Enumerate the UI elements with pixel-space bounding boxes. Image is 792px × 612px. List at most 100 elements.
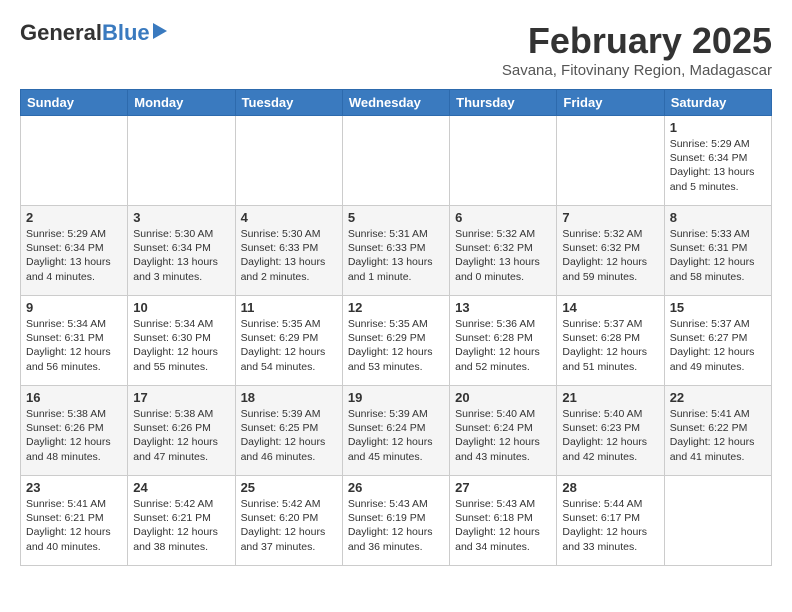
- day-info: Sunrise: 5:37 AM Sunset: 6:27 PM Dayligh…: [670, 317, 766, 374]
- calendar-cell: 6 Sunrise: 5:32 AM Sunset: 6:32 PM Daylig…: [450, 206, 557, 296]
- calendar-cell: 27Sunrise: 5:43 AM Sunset: 6:18 PM Dayli…: [450, 476, 557, 566]
- calendar-header-row: SundayMondayTuesdayWednesdayThursdayFrid…: [21, 90, 772, 116]
- day-info: Sunrise: 5:42 AM Sunset: 6:21 PM Dayligh…: [133, 497, 229, 554]
- day-info: Sunrise: 5:31 AM Sunset: 6:33 PM Dayligh…: [348, 227, 444, 284]
- weekday-header-saturday: Saturday: [664, 90, 771, 116]
- calendar-cell: 14 Sunrise: 5:37 AM Sunset: 6:28 PM Dayli…: [557, 296, 664, 386]
- calendar-cell: 3 Sunrise: 5:30 AM Sunset: 6:34 PM Daylig…: [128, 206, 235, 296]
- calendar-cell: 13 Sunrise: 5:36 AM Sunset: 6:28 PM Dayli…: [450, 296, 557, 386]
- day-number: 10: [133, 300, 229, 315]
- day-info: Sunrise: 5:34 AM Sunset: 6:30 PM Dayligh…: [133, 317, 229, 374]
- logo-arrow-icon: [153, 23, 167, 39]
- calendar-cell: 22 Sunrise: 5:41 AM Sunset: 6:22 PM Dayli…: [664, 386, 771, 476]
- calendar-cell: [235, 116, 342, 206]
- calendar-cell: [557, 116, 664, 206]
- day-info: Sunrise: 5:30 AM Sunset: 6:33 PM Dayligh…: [241, 227, 337, 284]
- day-info: Sunrise: 5:36 AM Sunset: 6:28 PM Dayligh…: [455, 317, 551, 374]
- weekday-header-monday: Monday: [128, 90, 235, 116]
- weekday-header-thursday: Thursday: [450, 90, 557, 116]
- calendar-cell: 9Sunrise: 5:34 AM Sunset: 6:31 PM Daylig…: [21, 296, 128, 386]
- day-number: 3: [133, 210, 229, 225]
- calendar-cell: 7Sunrise: 5:32 AM Sunset: 6:32 PM Daylig…: [557, 206, 664, 296]
- calendar-cell: 28 Sunrise: 5:44 AM Sunset: 6:17 PM Dayli…: [557, 476, 664, 566]
- day-info: Sunrise: 5:42 AM Sunset: 6:20 PM Dayligh…: [241, 497, 337, 554]
- day-info: Sunrise: 5:37 AM Sunset: 6:28 PM Dayligh…: [562, 317, 658, 374]
- weekday-header-sunday: Sunday: [21, 90, 128, 116]
- day-number: 4: [241, 210, 337, 225]
- logo: General Blue: [20, 20, 167, 46]
- location-subtitle: Savana, Fitovinany Region, Madagascar: [502, 62, 772, 79]
- day-number: 1: [670, 120, 766, 135]
- calendar-cell: 12 Sunrise: 5:35 AM Sunset: 6:29 PM Dayli…: [342, 296, 449, 386]
- page-header: General Blue February 2025 Savana, Fitov…: [20, 20, 772, 79]
- calendar-cell: 8 Sunrise: 5:33 AM Sunset: 6:31 PM Daylig…: [664, 206, 771, 296]
- day-info: Sunrise: 5:32 AM Sunset: 6:32 PM Dayligh…: [562, 227, 658, 284]
- calendar-cell: 17Sunrise: 5:38 AM Sunset: 6:26 PM Dayli…: [128, 386, 235, 476]
- calendar-cell: 26 Sunrise: 5:43 AM Sunset: 6:19 PM Dayli…: [342, 476, 449, 566]
- calendar-cell: 23Sunrise: 5:41 AM Sunset: 6:21 PM Dayli…: [21, 476, 128, 566]
- day-number: 21: [562, 390, 658, 405]
- day-info: Sunrise: 5:38 AM Sunset: 6:26 PM Dayligh…: [133, 407, 229, 464]
- day-info: Sunrise: 5:30 AM Sunset: 6:34 PM Dayligh…: [133, 227, 229, 284]
- calendar-week-row: 16 Sunrise: 5:38 AM Sunset: 6:26 PM Dayli…: [21, 386, 772, 476]
- weekday-header-wednesday: Wednesday: [342, 90, 449, 116]
- day-number: 25: [241, 480, 337, 495]
- calendar-cell: 15 Sunrise: 5:37 AM Sunset: 6:27 PM Dayli…: [664, 296, 771, 386]
- day-number: 18: [241, 390, 337, 405]
- calendar-cell: 20Sunrise: 5:40 AM Sunset: 6:24 PM Dayli…: [450, 386, 557, 476]
- day-number: 6: [455, 210, 551, 225]
- calendar-cell: 18 Sunrise: 5:39 AM Sunset: 6:25 PM Dayli…: [235, 386, 342, 476]
- calendar-cell: 4 Sunrise: 5:30 AM Sunset: 6:33 PM Daylig…: [235, 206, 342, 296]
- calendar-cell: [21, 116, 128, 206]
- calendar-week-row: 9Sunrise: 5:34 AM Sunset: 6:31 PM Daylig…: [21, 296, 772, 386]
- day-info: Sunrise: 5:29 AM Sunset: 6:34 PM Dayligh…: [26, 227, 122, 284]
- calendar-cell: [450, 116, 557, 206]
- day-info: Sunrise: 5:40 AM Sunset: 6:24 PM Dayligh…: [455, 407, 551, 464]
- calendar-cell: 5 Sunrise: 5:31 AM Sunset: 6:33 PM Daylig…: [342, 206, 449, 296]
- day-number: 11: [241, 300, 337, 315]
- day-number: 15: [670, 300, 766, 315]
- day-number: 16: [26, 390, 122, 405]
- day-info: Sunrise: 5:39 AM Sunset: 6:24 PM Dayligh…: [348, 407, 444, 464]
- day-number: 27: [455, 480, 551, 495]
- logo-blue-text: Blue: [102, 20, 150, 46]
- calendar-cell: 10 Sunrise: 5:34 AM Sunset: 6:30 PM Dayli…: [128, 296, 235, 386]
- weekday-header-friday: Friday: [557, 90, 664, 116]
- day-info: Sunrise: 5:43 AM Sunset: 6:19 PM Dayligh…: [348, 497, 444, 554]
- day-number: 13: [455, 300, 551, 315]
- calendar-week-row: 1 Sunrise: 5:29 AM Sunset: 6:34 PM Daylig…: [21, 116, 772, 206]
- day-number: 2: [26, 210, 122, 225]
- calendar-cell: 24 Sunrise: 5:42 AM Sunset: 6:21 PM Dayli…: [128, 476, 235, 566]
- logo-general-text: General: [20, 20, 102, 46]
- day-number: 24: [133, 480, 229, 495]
- calendar-cell: 11 Sunrise: 5:35 AM Sunset: 6:29 PM Dayli…: [235, 296, 342, 386]
- day-info: Sunrise: 5:40 AM Sunset: 6:23 PM Dayligh…: [562, 407, 658, 464]
- day-number: 26: [348, 480, 444, 495]
- day-info: Sunrise: 5:35 AM Sunset: 6:29 PM Dayligh…: [348, 317, 444, 374]
- day-info: Sunrise: 5:44 AM Sunset: 6:17 PM Dayligh…: [562, 497, 658, 554]
- day-info: Sunrise: 5:29 AM Sunset: 6:34 PM Dayligh…: [670, 137, 766, 194]
- title-block: February 2025 Savana, Fitovinany Region,…: [502, 20, 772, 79]
- calendar-table: SundayMondayTuesdayWednesdayThursdayFrid…: [20, 89, 772, 566]
- calendar-cell: 1 Sunrise: 5:29 AM Sunset: 6:34 PM Daylig…: [664, 116, 771, 206]
- day-info: Sunrise: 5:41 AM Sunset: 6:21 PM Dayligh…: [26, 497, 122, 554]
- calendar-cell: 25 Sunrise: 5:42 AM Sunset: 6:20 PM Dayli…: [235, 476, 342, 566]
- day-number: 14: [562, 300, 658, 315]
- day-info: Sunrise: 5:33 AM Sunset: 6:31 PM Dayligh…: [670, 227, 766, 284]
- calendar-cell: [128, 116, 235, 206]
- day-info: Sunrise: 5:39 AM Sunset: 6:25 PM Dayligh…: [241, 407, 337, 464]
- day-number: 5: [348, 210, 444, 225]
- day-info: Sunrise: 5:38 AM Sunset: 6:26 PM Dayligh…: [26, 407, 122, 464]
- calendar-week-row: 23Sunrise: 5:41 AM Sunset: 6:21 PM Dayli…: [21, 476, 772, 566]
- day-info: Sunrise: 5:41 AM Sunset: 6:22 PM Dayligh…: [670, 407, 766, 464]
- day-number: 28: [562, 480, 658, 495]
- day-number: 12: [348, 300, 444, 315]
- calendar-cell: [342, 116, 449, 206]
- month-title: February 2025: [502, 20, 772, 62]
- day-info: Sunrise: 5:34 AM Sunset: 6:31 PM Dayligh…: [26, 317, 122, 374]
- day-number: 22: [670, 390, 766, 405]
- day-number: 8: [670, 210, 766, 225]
- day-info: Sunrise: 5:35 AM Sunset: 6:29 PM Dayligh…: [241, 317, 337, 374]
- day-info: Sunrise: 5:32 AM Sunset: 6:32 PM Dayligh…: [455, 227, 551, 284]
- calendar-week-row: 2 Sunrise: 5:29 AM Sunset: 6:34 PM Daylig…: [21, 206, 772, 296]
